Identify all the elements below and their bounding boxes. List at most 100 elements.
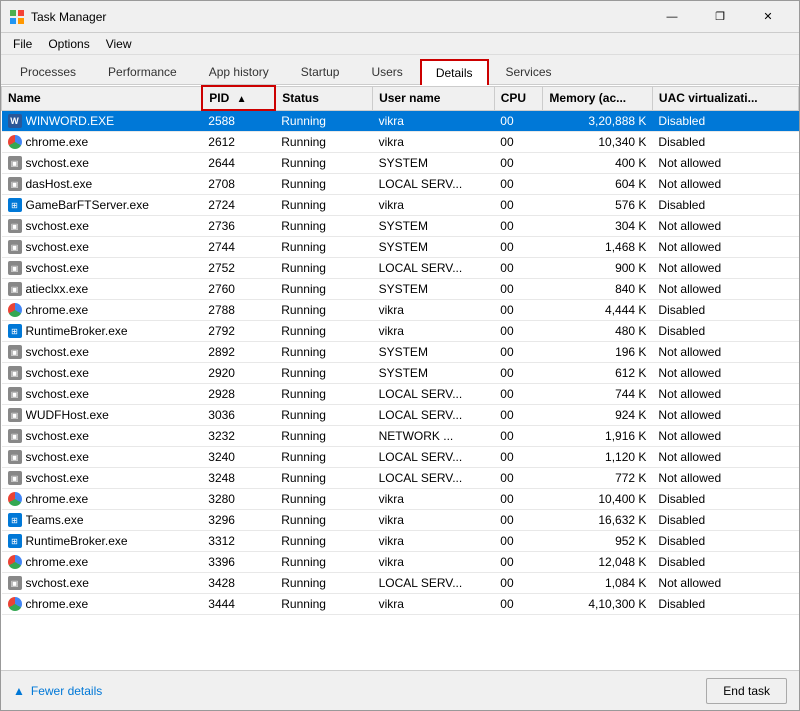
table-row[interactable]: ⊞RuntimeBroker.exe3312Runningvikra00952 … [2, 531, 799, 552]
process-pid: 2736 [202, 216, 275, 237]
menu-options[interactable]: Options [40, 35, 97, 53]
tab-services[interactable]: Services [491, 58, 567, 84]
restore-button[interactable]: ❐ [697, 1, 743, 33]
process-memory: 4,10,300 K [543, 594, 653, 615]
process-name: GameBarFTServer.exe [26, 198, 149, 212]
process-name-cell: ⊞GameBarFTServer.exe [2, 195, 203, 216]
table-row[interactable]: ▣svchost.exe2736RunningSYSTEM00304 KNot … [2, 216, 799, 237]
table-row[interactable]: ▣svchost.exe2928RunningLOCAL SERV...0074… [2, 384, 799, 405]
process-status: Running [275, 531, 372, 552]
table-row[interactable]: chrome.exe3444Runningvikra004,10,300 KDi… [2, 594, 799, 615]
process-memory: 16,632 K [543, 510, 653, 531]
table-row[interactable]: ▣svchost.exe2920RunningSYSTEM00612 KNot … [2, 363, 799, 384]
tab-app-history[interactable]: App history [194, 58, 284, 84]
window-title: Task Manager [31, 10, 649, 24]
process-name-cell: chrome.exe [2, 489, 203, 510]
process-name-cell: ▣WUDFHost.exe [2, 405, 203, 426]
process-pid: 2724 [202, 195, 275, 216]
fewer-details-button[interactable]: ▲ Fewer details [13, 684, 102, 698]
process-pid: 2744 [202, 237, 275, 258]
table-row[interactable]: ▣WUDFHost.exe3036RunningLOCAL SERV...009… [2, 405, 799, 426]
table-row[interactable]: chrome.exe3396Runningvikra0012,048 KDisa… [2, 552, 799, 573]
process-user: LOCAL SERV... [373, 405, 495, 426]
process-cpu: 00 [494, 384, 543, 405]
table-row[interactable]: ▣dasHost.exe2708RunningLOCAL SERV...0060… [2, 174, 799, 195]
close-button[interactable]: ✕ [745, 1, 791, 33]
table-row[interactable]: ▣svchost.exe3428RunningLOCAL SERV...001,… [2, 573, 799, 594]
process-uac: Not allowed [652, 405, 798, 426]
process-pid: 3312 [202, 531, 275, 552]
process-user: LOCAL SERV... [373, 384, 495, 405]
col-header-cpu[interactable]: CPU [494, 86, 543, 110]
tab-performance[interactable]: Performance [93, 58, 192, 84]
process-icon: ▣ [8, 471, 22, 485]
table-row[interactable]: ▣svchost.exe3240RunningLOCAL SERV...001,… [2, 447, 799, 468]
tab-startup[interactable]: Startup [286, 58, 355, 84]
process-user: SYSTEM [373, 216, 495, 237]
process-name: chrome.exe [26, 303, 89, 317]
process-icon: ▣ [8, 240, 22, 254]
process-pid: 2644 [202, 153, 275, 174]
col-header-name[interactable]: Name [2, 86, 203, 110]
col-header-user[interactable]: User name [373, 86, 495, 110]
chevron-up-icon: ▲ [13, 684, 25, 698]
col-header-memory[interactable]: Memory (ac... [543, 86, 653, 110]
process-user: vikra [373, 594, 495, 615]
tab-details[interactable]: Details [420, 59, 489, 85]
process-user: LOCAL SERV... [373, 573, 495, 594]
table-row[interactable]: chrome.exe3280Runningvikra0010,400 KDisa… [2, 489, 799, 510]
tab-processes[interactable]: Processes [5, 58, 91, 84]
table-row[interactable]: ⊞GameBarFTServer.exe2724Runningvikra0057… [2, 195, 799, 216]
end-task-button[interactable]: End task [706, 678, 787, 704]
process-status: Running [275, 342, 372, 363]
menu-file[interactable]: File [5, 35, 40, 53]
process-name-cell: ▣svchost.exe [2, 153, 203, 174]
process-name-cell: ▣svchost.exe [2, 258, 203, 279]
minimize-button[interactable]: — [649, 1, 695, 33]
menu-view[interactable]: View [98, 35, 140, 53]
process-table-body: WWINWORD.EXE2588Runningvikra003,20,888 K… [2, 110, 799, 615]
process-user: LOCAL SERV... [373, 258, 495, 279]
process-user: SYSTEM [373, 279, 495, 300]
col-header-pid[interactable]: PID ▲ [202, 86, 275, 110]
table-row[interactable]: ⊞RuntimeBroker.exe2792Runningvikra00480 … [2, 321, 799, 342]
process-uac: Not allowed [652, 216, 798, 237]
process-uac: Disabled [652, 195, 798, 216]
process-name-cell: ▣svchost.exe [2, 426, 203, 447]
table-row[interactable]: ▣svchost.exe3248RunningLOCAL SERV...0077… [2, 468, 799, 489]
process-pid: 3240 [202, 447, 275, 468]
process-memory: 196 K [543, 342, 653, 363]
col-header-status[interactable]: Status [275, 86, 372, 110]
table-row[interactable]: chrome.exe2612Runningvikra0010,340 KDisa… [2, 132, 799, 153]
process-name-cell: ▣svchost.exe [2, 384, 203, 405]
process-uac: Disabled [652, 300, 798, 321]
table-row[interactable]: ▣svchost.exe2892RunningSYSTEM00196 KNot … [2, 342, 799, 363]
process-uac: Not allowed [652, 279, 798, 300]
process-cpu: 00 [494, 594, 543, 615]
fewer-details-label: Fewer details [31, 684, 102, 698]
process-status: Running [275, 384, 372, 405]
table-row[interactable]: WWINWORD.EXE2588Runningvikra003,20,888 K… [2, 110, 799, 132]
window-controls: — ❐ ✕ [649, 1, 791, 33]
table-row[interactable]: ▣svchost.exe2752RunningLOCAL SERV...0090… [2, 258, 799, 279]
process-name: svchost.exe [26, 471, 89, 485]
process-name: svchost.exe [26, 240, 89, 254]
col-header-uac[interactable]: UAC virtualizati... [652, 86, 798, 110]
process-pid: 2920 [202, 363, 275, 384]
tab-users[interactable]: Users [356, 58, 417, 84]
process-icon: ▣ [8, 408, 22, 422]
process-table-container[interactable]: Name PID ▲ Status User name CPU Memory (… [1, 85, 799, 670]
table-row[interactable]: chrome.exe2788Runningvikra004,444 KDisab… [2, 300, 799, 321]
table-row[interactable]: ▣svchost.exe2744RunningSYSTEM001,468 KNo… [2, 237, 799, 258]
table-row[interactable]: ▣svchost.exe3232RunningNETWORK ...001,91… [2, 426, 799, 447]
process-name: svchost.exe [26, 576, 89, 590]
table-row[interactable]: ⊞Teams.exe3296Runningvikra0016,632 KDisa… [2, 510, 799, 531]
process-name-cell: chrome.exe [2, 132, 203, 153]
process-icon: ⊞ [8, 324, 22, 338]
table-row[interactable]: ▣svchost.exe2644RunningSYSTEM00400 KNot … [2, 153, 799, 174]
process-uac: Disabled [652, 531, 798, 552]
process-pid: 3232 [202, 426, 275, 447]
process-pid: 3280 [202, 489, 275, 510]
table-row[interactable]: ▣atieclxx.exe2760RunningSYSTEM00840 KNot… [2, 279, 799, 300]
process-pid: 3444 [202, 594, 275, 615]
